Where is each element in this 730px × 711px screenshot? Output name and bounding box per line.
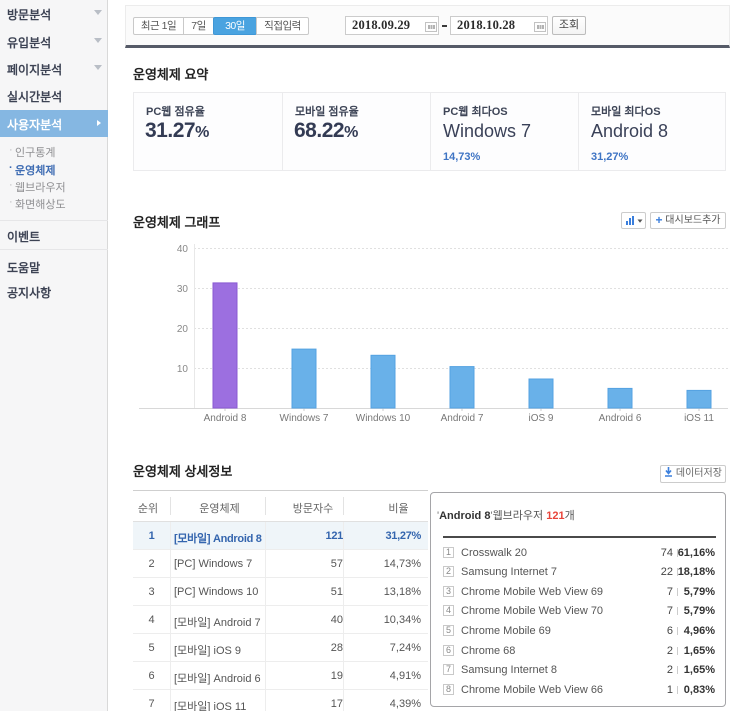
svg-text:Windows 10: Windows 10 bbox=[356, 413, 411, 424]
svg-text:40: 40 bbox=[177, 244, 189, 255]
svg-text:30: 30 bbox=[177, 284, 189, 295]
svg-text:Android 8: Android 8 bbox=[204, 413, 247, 424]
svg-text:10: 10 bbox=[177, 364, 189, 375]
svg-text:Android 7: Android 7 bbox=[441, 413, 484, 424]
svg-text:iOS 9: iOS 9 bbox=[528, 413, 553, 424]
svg-text:20: 20 bbox=[177, 324, 189, 335]
svg-text:Windows 7: Windows 7 bbox=[280, 413, 329, 424]
svg-text:iOS 11: iOS 11 bbox=[684, 413, 714, 424]
svg-text:Android 6: Android 6 bbox=[599, 413, 642, 424]
